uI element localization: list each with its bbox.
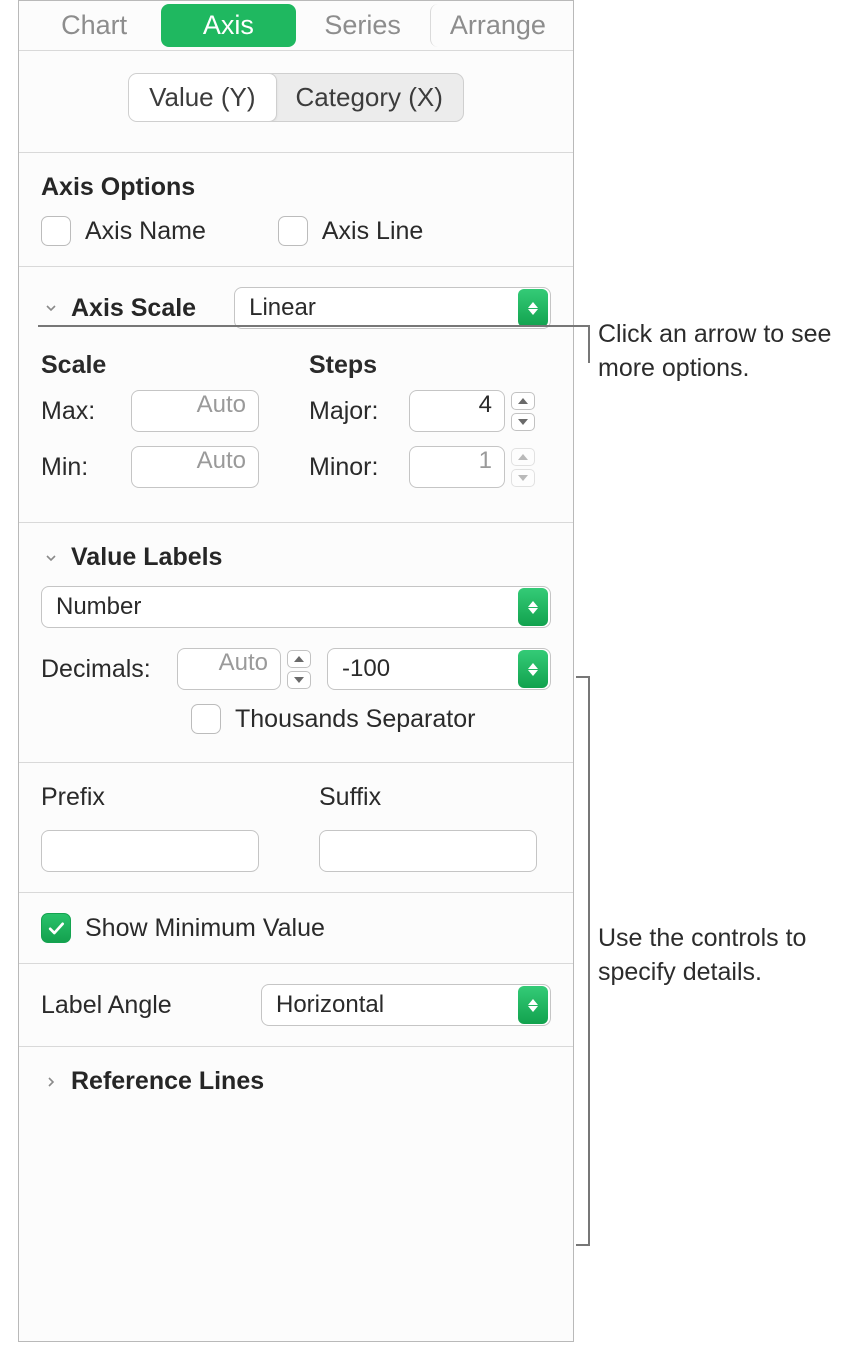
axis-segmented-control: Value (Y) Category (X) <box>128 73 464 122</box>
tab-axis[interactable]: Axis <box>161 4 295 47</box>
axis-scale-heading: Axis Scale <box>71 294 196 323</box>
max-label: Max: <box>41 397 119 426</box>
callout-bracket-2 <box>576 676 590 1246</box>
format-popup[interactable]: Number <box>41 586 551 628</box>
tab-chart[interactable]: Chart <box>27 4 161 47</box>
popup-arrows-icon <box>518 986 548 1024</box>
value-labels-section: Value Labels Number Decimals: Auto -100 … <box>19 523 573 763</box>
format-value: Number <box>56 593 141 621</box>
popup-arrows-icon <box>518 588 548 626</box>
popup-arrows-icon <box>518 650 548 688</box>
axis-name-checkbox[interactable] <box>41 216 71 246</box>
popup-arrows-icon <box>518 289 548 327</box>
minor-stepper-buttons <box>511 448 535 487</box>
label-angle-label: Label Angle <box>41 991 241 1020</box>
inspector-tabs: Chart Axis Series Arrange <box>19 1 573 51</box>
minor-step-down <box>511 469 535 487</box>
prefix-group: Prefix <box>41 783 259 872</box>
decimals-input[interactable]: Auto <box>177 648 281 690</box>
decimals-step-up[interactable] <box>287 650 311 668</box>
thousands-checkbox[interactable] <box>191 704 221 734</box>
reference-lines-heading: Reference Lines <box>71 1067 264 1096</box>
axis-line-checkbox[interactable] <box>278 216 308 246</box>
axis-scale-value: Linear <box>249 294 316 322</box>
tab-arrange[interactable]: Arrange <box>430 4 565 47</box>
label-angle-popup[interactable]: Horizontal <box>261 984 551 1026</box>
major-step-down[interactable] <box>511 413 535 431</box>
major-label: Major: <box>309 397 397 426</box>
major-stepper: 4 <box>409 390 535 432</box>
segment-category-x[interactable]: Category (X) <box>276 74 463 121</box>
axis-scale-section: Axis Scale Linear Scale Max: Auto Min: A… <box>19 267 573 523</box>
max-input[interactable]: Auto <box>131 390 259 432</box>
minor-input[interactable]: 1 <box>409 446 505 488</box>
decimals-stepper-buttons[interactable] <box>287 650 311 689</box>
minor-label: Minor: <box>309 453 397 482</box>
major-step-up[interactable] <box>511 392 535 410</box>
callout-arrow: Click an arrow to see more options. <box>598 318 838 386</box>
suffix-group: Suffix <box>319 783 537 872</box>
major-stepper-buttons[interactable] <box>511 392 535 431</box>
prefix-suffix-section: Prefix Suffix <box>19 763 573 893</box>
negative-format-popup[interactable]: -100 <box>327 648 551 690</box>
axis-name-label: Axis Name <box>85 217 206 246</box>
decimals-label: Decimals: <box>41 655 161 684</box>
axis-selector-row: Value (Y) Category (X) <box>19 51 573 153</box>
suffix-input[interactable] <box>319 830 537 872</box>
value-labels-heading: Value Labels <box>71 543 222 572</box>
prefix-label: Prefix <box>41 783 259 812</box>
axis-options-heading: Axis Options <box>41 173 551 202</box>
label-angle-value: Horizontal <box>276 991 384 1019</box>
axis-options-section: Axis Options Axis Name Axis Line <box>19 153 573 267</box>
axis-scale-popup[interactable]: Linear <box>234 287 551 329</box>
decimals-step-down[interactable] <box>287 671 311 689</box>
show-min-section: Show Minimum Value <box>19 893 573 964</box>
thousands-label: Thousands Separator <box>235 705 475 734</box>
min-input[interactable]: Auto <box>131 446 259 488</box>
min-label: Min: <box>41 453 119 482</box>
chevron-right-icon[interactable] <box>41 1072 61 1092</box>
major-input[interactable]: 4 <box>409 390 505 432</box>
show-min-checkbox[interactable] <box>41 913 71 943</box>
label-angle-section: Label Angle Horizontal <box>19 964 573 1047</box>
reference-lines-section: Reference Lines <box>19 1047 573 1116</box>
negative-format-value: -100 <box>342 655 390 683</box>
show-min-label: Show Minimum Value <box>85 914 325 943</box>
decimals-stepper: Auto <box>177 648 311 690</box>
format-inspector-panel: Chart Axis Series Arrange Value (Y) Cate… <box>18 0 574 1342</box>
scale-column: Scale Max: Auto Min: Auto <box>41 341 283 502</box>
minor-stepper: 1 <box>409 446 535 488</box>
axis-line-label: Axis Line <box>322 217 423 246</box>
callout-controls: Use the controls to specify details. <box>598 922 838 990</box>
callout-bracket-1 <box>38 325 590 363</box>
minor-step-up <box>511 448 535 466</box>
segment-value-y[interactable]: Value (Y) <box>128 73 276 122</box>
chevron-down-icon[interactable] <box>41 298 61 318</box>
steps-column: Steps Major: 4 Minor: 1 <box>309 341 551 502</box>
suffix-label: Suffix <box>319 783 537 812</box>
chevron-down-icon[interactable] <box>41 548 61 568</box>
tab-series[interactable]: Series <box>296 4 430 47</box>
prefix-input[interactable] <box>41 830 259 872</box>
